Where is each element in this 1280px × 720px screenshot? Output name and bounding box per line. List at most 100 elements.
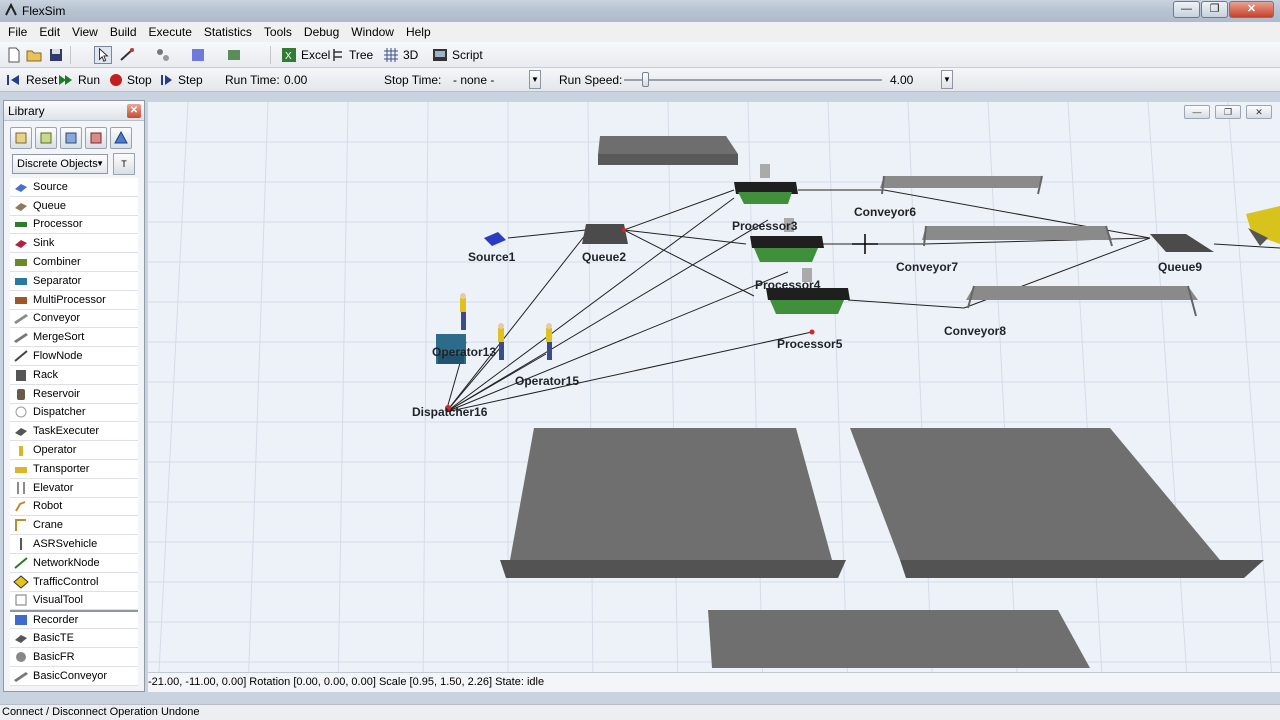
library-item[interactable]: TaskExecuter [10,422,138,442]
library-item[interactable]: BasicFR [10,647,138,667]
move-cursor-icon [852,234,878,254]
library-item[interactable]: Dispatcher [10,403,138,423]
robot-object[interactable] [1246,206,1280,246]
operator-figure[interactable] [546,323,552,360]
processor5-port[interactable] [809,329,815,335]
new-file-icon[interactable] [5,46,23,64]
library-save-icon[interactable] [60,127,82,149]
step-button[interactable]: Step [160,72,203,88]
excel-button[interactable]: X Excel [281,46,330,64]
library-item[interactable]: FlowNode [10,347,138,366]
select-color-icon[interactable] [189,46,207,64]
reservoir-icon [17,388,25,400]
library-item[interactable]: Crane [10,516,138,536]
menu-view[interactable]: View [66,22,104,42]
library-open-icon[interactable] [35,127,57,149]
source-object[interactable] [484,232,506,246]
run-speed-dropdown-button[interactable]: ▼ [941,70,953,89]
menu-execute[interactable]: Execute [143,22,198,42]
connect-tool-icon[interactable] [118,46,136,64]
library-item[interactable]: Elevator [10,478,138,498]
view-minimize-button[interactable]: — [1184,105,1210,119]
operator13-label: Operator13 [432,345,497,359]
view-options-icon[interactable] [225,46,243,64]
restore-button[interactable]: ❐ [1201,1,1228,18]
operator-figure[interactable] [498,323,504,360]
menu-statistics[interactable]: Statistics [198,22,258,42]
library-category-select[interactable]: Discrete Objects [12,154,108,174]
library-item[interactable]: BasicTE [10,629,138,648]
close-button[interactable]: ✕ [1229,1,1274,18]
toolbar-separator [270,46,271,64]
pointer-mode-icon[interactable] [94,46,112,64]
3d-view-button[interactable]: 3D [383,46,418,64]
menu-help[interactable]: Help [400,22,437,42]
menu-edit[interactable]: Edit [33,22,66,42]
library-add-icon[interactable] [10,127,32,149]
save-icon[interactable] [47,46,65,64]
library-remove-icon[interactable] [85,127,107,149]
library-item[interactable]: ASRSvehicle [10,535,138,554]
run-speed-slider-track[interactable] [624,79,882,81]
library-item[interactable]: Recorder [10,610,138,630]
create-objects-icon[interactable] [154,46,172,64]
visual-tool-slab[interactable] [500,428,846,578]
processor3-label: Processor3 [732,219,798,233]
menu-debug[interactable]: Debug [298,22,345,42]
library-close-button[interactable]: ✕ [127,104,141,118]
stop-button[interactable]: Stop [109,72,152,88]
library-item[interactable]: NetworkNode [10,553,138,573]
library-item[interactable]: Transporter [10,459,138,479]
processor5-label: Processor5 [777,337,843,351]
queue9-label: Queue9 [1158,260,1203,274]
menu-window[interactable]: Window [345,22,400,42]
library-item[interactable]: Separator [10,271,138,291]
tree-button[interactable]: Tree [331,46,373,64]
library-item[interactable]: Conveyor [10,309,138,329]
library-item[interactable]: Sink [10,234,138,254]
minimize-button[interactable]: — [1173,1,1200,18]
library-item[interactable]: Reservoir [10,384,138,404]
conveyor-object[interactable] [880,175,1043,195]
library-item[interactable]: TrafficControl [10,572,138,592]
stop-icon [110,74,122,86]
queue-object[interactable] [1150,234,1214,252]
visual-tool-slab[interactable] [598,136,738,165]
operator-figure[interactable] [460,293,466,330]
view-close-button[interactable]: ✕ [1246,105,1272,119]
library-item[interactable]: Combiner [10,253,138,272]
library-item[interactable]: Operator [10,441,138,460]
library-item[interactable]: Source [10,178,138,197]
stop-time-select[interactable]: - none - [453,73,494,87]
reset-button[interactable]: Reset [6,72,57,88]
conveyor-icon [14,314,28,325]
library-item[interactable]: Robot [10,497,138,517]
menu-build[interactable]: Build [104,22,143,42]
visual-tool-slab[interactable] [708,610,1090,668]
visual-tool-slab[interactable] [850,428,1264,578]
script-button[interactable]: Script [432,46,483,64]
library-view-toggle-icon[interactable]: T [113,153,135,175]
menu-tools[interactable]: Tools [258,22,298,42]
view-restore-button[interactable]: ❐ [1215,105,1241,119]
run-icon [59,75,72,85]
library-item[interactable]: Queue [10,196,138,216]
queue-object[interactable] [582,224,628,244]
conveyor-object[interactable] [966,285,1198,317]
library-item[interactable]: Rack [10,365,138,385]
run-button[interactable]: Run [58,72,100,88]
run-speed-slider-thumb[interactable] [642,72,649,87]
library-settings-icon[interactable] [110,127,132,149]
open-folder-icon[interactable] [25,46,43,64]
library-item[interactable]: MergeSort [10,328,138,348]
library-item[interactable]: Processor [10,215,138,235]
library-item[interactable]: VisualTool [10,591,138,611]
model-3d-view[interactable]: — ❐ ✕ Source1 Queue2 Processor3 Processo… [148,102,1280,692]
library-item[interactable]: BasicConveyor [10,666,138,686]
stop-time-dropdown-button[interactable]: ▼ [529,70,541,89]
dispatcher-icon [15,406,27,418]
status-text: Connect / Disconnect Operation Undone [2,706,200,718]
processor-object[interactable] [734,164,798,204]
menu-file[interactable]: File [2,22,33,42]
library-item[interactable]: MultiProcessor [10,290,138,310]
